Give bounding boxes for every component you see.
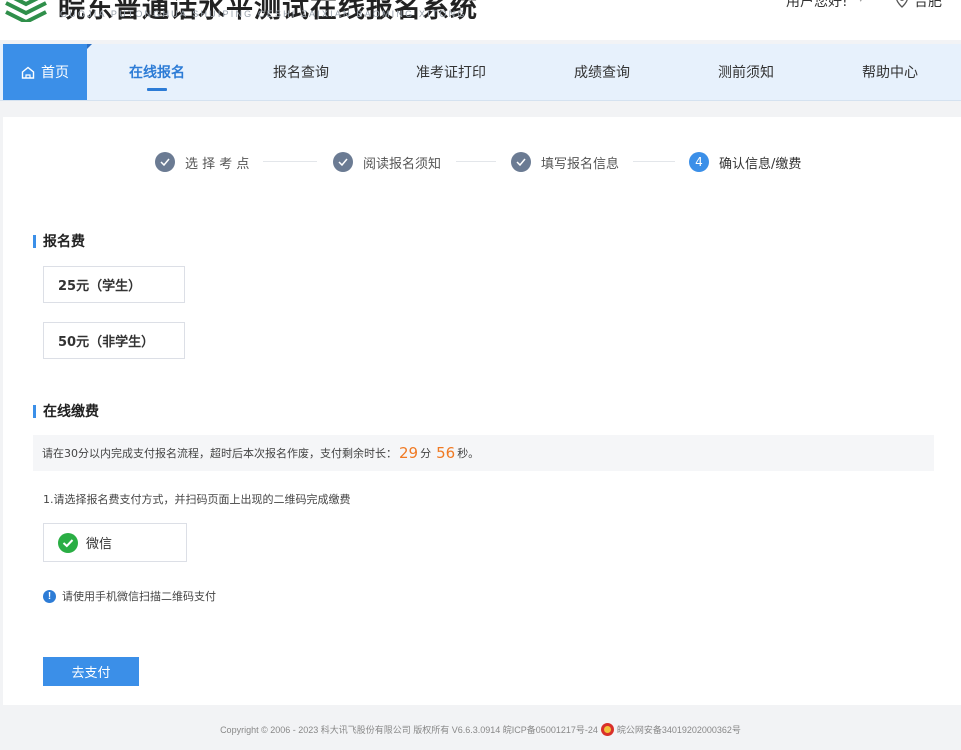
step-label: 选 择 考 点 <box>185 156 250 172</box>
user-greeting[interactable]: 用户您好! <box>786 0 848 11</box>
minutes-unit: 分 <box>420 447 432 460</box>
payment-timeout-notice: 请在30分以内完成支付报名流程，超时后本次报名作废，支付剩余时长： 29 分 5… <box>33 435 934 471</box>
info-icon: ! <box>43 589 56 603</box>
nav-label: 首页 <box>41 65 69 81</box>
step-fill-info: 填写报名信息 <box>511 152 619 172</box>
nav-label: 帮助中心 <box>862 65 918 81</box>
nav-label: 在线报名 <box>129 65 185 81</box>
payment-title: 在线缴费 <box>43 404 99 420</box>
location-label[interactable]: 合肥 <box>914 0 942 11</box>
step-label: 填写报名信息 <box>541 156 620 172</box>
payment-instruction: 1.请选择报名费支付方式，并扫码页面上出现的二维码完成缴费 <box>43 493 351 506</box>
step-number: 4 <box>689 152 709 172</box>
payment-section-title: 在线缴费 <box>33 401 99 421</box>
step-select-venue: 选 择 考 点 <box>155 152 249 172</box>
nav-label: 报名查询 <box>273 65 329 81</box>
copyright-text: Copyright © 2006 - 2023 科大讯飞股份有限公司 版权所有 … <box>220 725 598 735</box>
pay-button[interactable]: 去支付 <box>43 657 139 686</box>
step-connector <box>456 161 496 162</box>
wechat-label: 微信 <box>86 537 113 552</box>
step-connector <box>633 161 675 162</box>
site-footer: Copyright © 2006 - 2023 科大讯飞股份有限公司 版权所有 … <box>0 723 961 736</box>
countdown-seconds: 56 <box>436 444 456 462</box>
logo-icon <box>5 0 47 22</box>
site-subtitle: GUOJIA PUTONGHUA SHUIPING CESHI ZAIXIAN … <box>60 9 467 19</box>
check-icon <box>511 152 531 172</box>
seconds-unit: 秒。 <box>457 447 480 460</box>
title-bar <box>33 404 36 418</box>
home-icon <box>21 66 35 79</box>
main-panel: 选 择 考 点 阅读报名须知 填写报名信息 4 确认信息/缴费 报名费 25元（… <box>3 117 961 705</box>
main-nav: 首页 在线报名 报名查询 准考证打印 成绩查询 测前须知 帮助中心 <box>0 44 961 101</box>
nav-label: 准考证打印 <box>416 65 486 81</box>
step-read-notice: 阅读报名须知 <box>333 152 441 172</box>
step-connector <box>263 161 317 162</box>
nav-label: 成绩查询 <box>574 65 630 81</box>
countdown-minutes: 29 <box>399 444 419 462</box>
tip-text: 请使用手机微信扫描二维码支付 <box>62 590 216 603</box>
step-label: 阅读报名须知 <box>363 156 442 172</box>
nav-item-pretest-notice[interactable]: 测前须知 <box>696 44 796 100</box>
wechat-pay-option[interactable]: 微信 <box>43 523 187 562</box>
nav-item-admission-ticket[interactable]: 准考证打印 <box>401 44 501 100</box>
location-pin-icon[interactable] <box>895 0 909 8</box>
fee-title: 报名费 <box>43 234 85 250</box>
wechat-icon <box>58 532 78 553</box>
police-record[interactable]: 皖公网安备34019202000362号 <box>617 723 741 736</box>
check-icon <box>155 152 175 172</box>
active-indicator <box>147 88 167 91</box>
chevron-down-icon[interactable]: ▾ <box>858 0 864 5</box>
step-label: 确认信息/缴费 <box>719 156 802 172</box>
title-bar <box>33 234 36 248</box>
fee-option-student[interactable]: 25元（学生） <box>43 266 185 303</box>
nav-label: 测前须知 <box>718 65 774 81</box>
fee-section-title: 报名费 <box>33 231 85 251</box>
step-confirm-pay: 4 确认信息/缴费 <box>689 152 801 172</box>
nav-item-online-registration[interactable]: 在线报名 <box>107 44 207 100</box>
police-badge-icon <box>600 723 614 736</box>
nav-item-home[interactable]: 首页 <box>3 44 92 100</box>
site-header: 皖东普通话水平测试在线报名系统 GUOJIA PUTONGHUA SHUIPIN… <box>0 0 961 40</box>
nav-item-help-center[interactable]: 帮助中心 <box>840 44 940 100</box>
fee-option-non-student[interactable]: 50元（非学生） <box>43 322 185 359</box>
payment-tip: ! 请使用手机微信扫描二维码支付 <box>43 588 216 604</box>
notice-text: 请在30分以内完成支付报名流程，超时后本次报名作废，支付剩余时长： <box>42 447 397 460</box>
check-icon <box>333 152 353 172</box>
nav-item-registration-query[interactable]: 报名查询 <box>251 44 351 100</box>
nav-item-score-query[interactable]: 成绩查询 <box>552 44 652 100</box>
